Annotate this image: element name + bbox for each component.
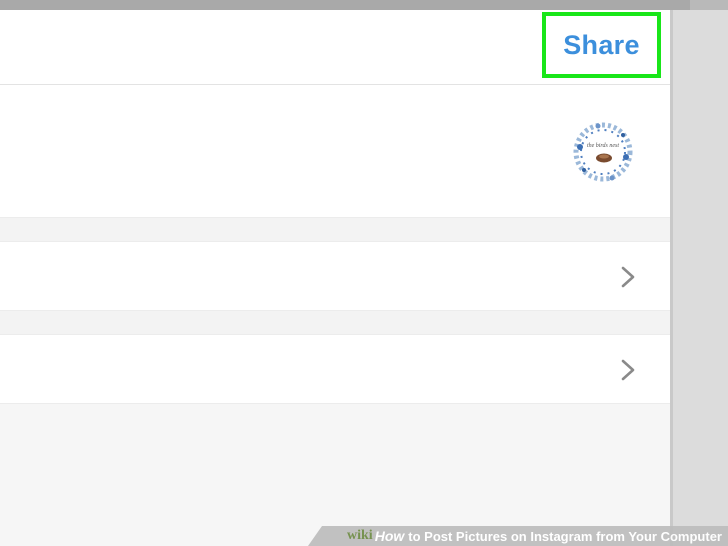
watermark-brand: wiki: [347, 528, 373, 543]
floral-wreath-image: the birds nest: [573, 122, 633, 182]
share-button[interactable]: Share: [542, 12, 661, 78]
chevron-right-icon: [618, 358, 638, 382]
background-edge: [670, 10, 728, 546]
chevron-right-icon: [618, 265, 638, 289]
section-divider: [0, 311, 670, 334]
photo-thumbnail: the birds nest: [568, 117, 638, 187]
window-top-bar: [0, 0, 728, 10]
wikihow-watermark: wiki How to Post Pictures on Instagram f…: [308, 526, 728, 546]
sheet-header: Share: [0, 10, 670, 85]
empty-area: [0, 404, 670, 546]
caption-area[interactable]: the birds nest: [0, 85, 670, 218]
section-divider: [0, 218, 670, 241]
watermark-title: to Post Pictures on Instagram from Your …: [408, 528, 722, 544]
new-post-sheet: Share the birds nest: [0, 10, 670, 546]
thumbnail-text: the birds nest: [587, 143, 619, 149]
settings-row[interactable]: [0, 241, 670, 311]
watermark-how: How: [374, 528, 405, 544]
settings-row[interactable]: [0, 334, 670, 404]
